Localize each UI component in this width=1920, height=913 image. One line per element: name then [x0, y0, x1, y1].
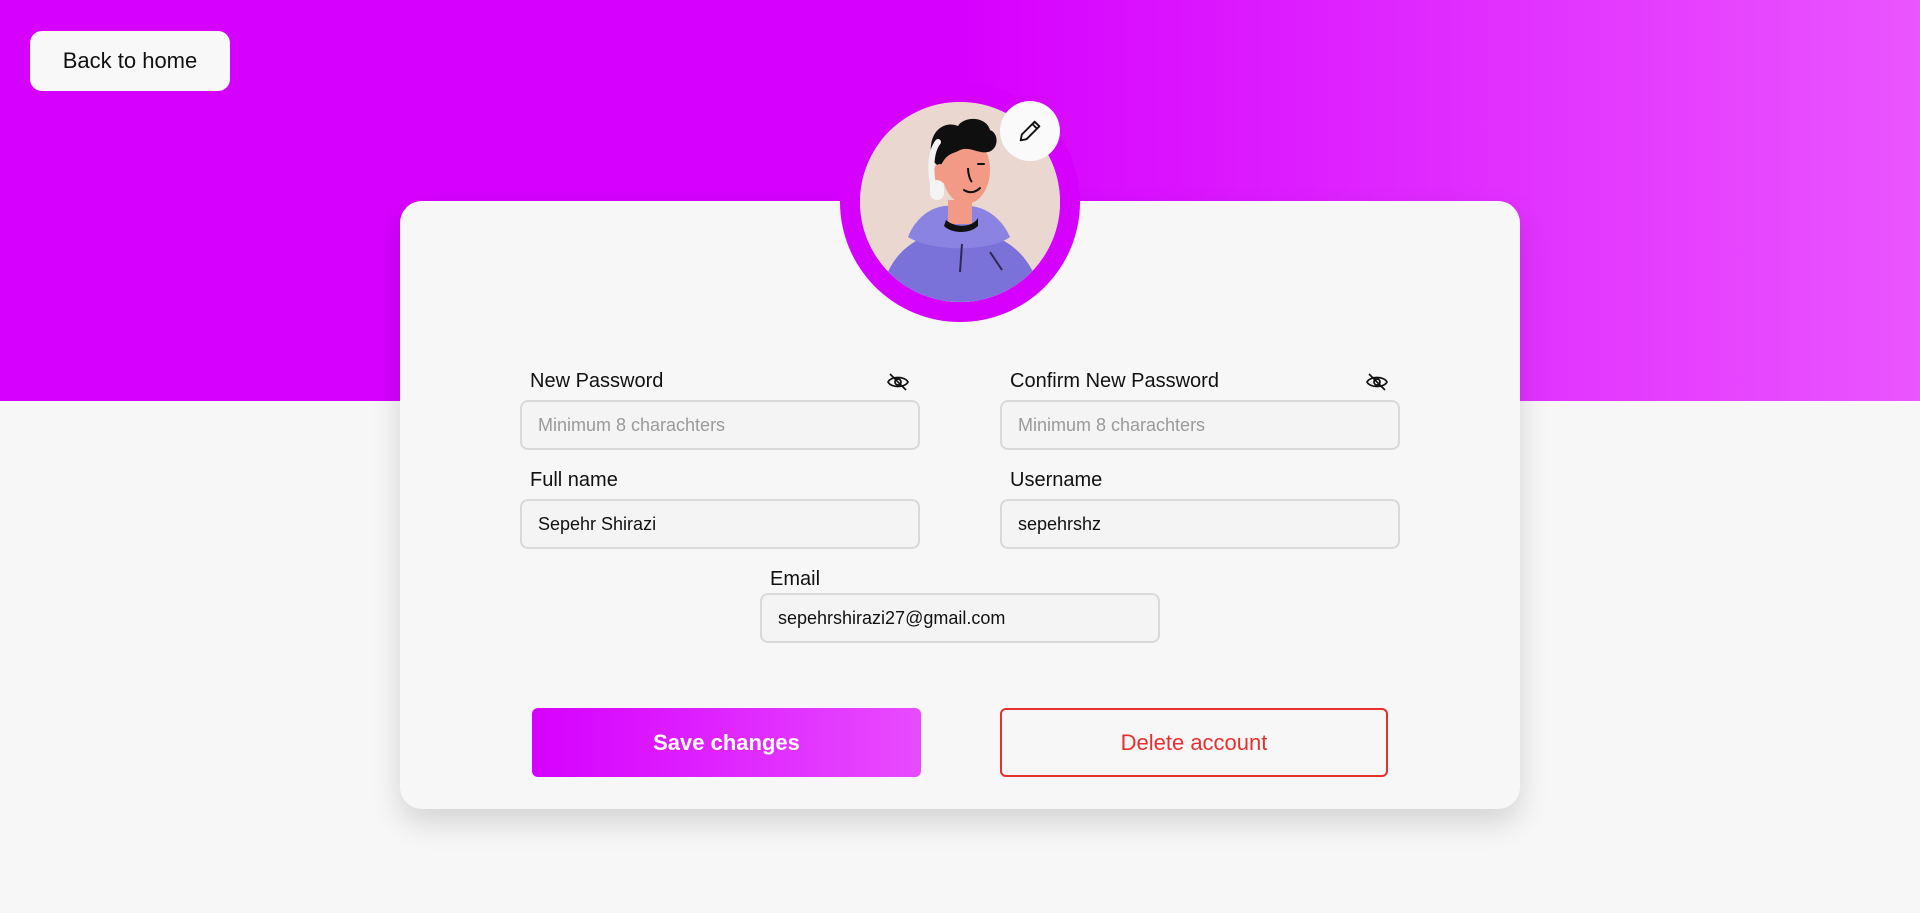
eye-off-icon[interactable]: [885, 369, 911, 395]
new-password-field[interactable]: [520, 400, 920, 450]
email-label: Email: [770, 568, 821, 590]
username-label: Username: [1010, 469, 1103, 491]
confirm-password-label: Confirm New Password: [1010, 370, 1219, 392]
edit-avatar-button[interactable]: [1000, 101, 1060, 161]
pencil-icon: [1019, 120, 1041, 142]
full-name-label: Full name: [530, 469, 618, 491]
new-password-label: New Password: [530, 370, 664, 392]
save-changes-button[interactable]: Save changes: [532, 708, 921, 777]
eye-off-icon[interactable]: [1364, 369, 1390, 395]
full-name-field[interactable]: [520, 499, 920, 549]
email-field[interactable]: [760, 593, 1160, 643]
delete-account-button[interactable]: Delete account: [1000, 708, 1388, 777]
username-field[interactable]: [1000, 499, 1400, 549]
back-to-home-button[interactable]: Back to home: [30, 31, 230, 91]
confirm-password-field[interactable]: [1000, 400, 1400, 450]
